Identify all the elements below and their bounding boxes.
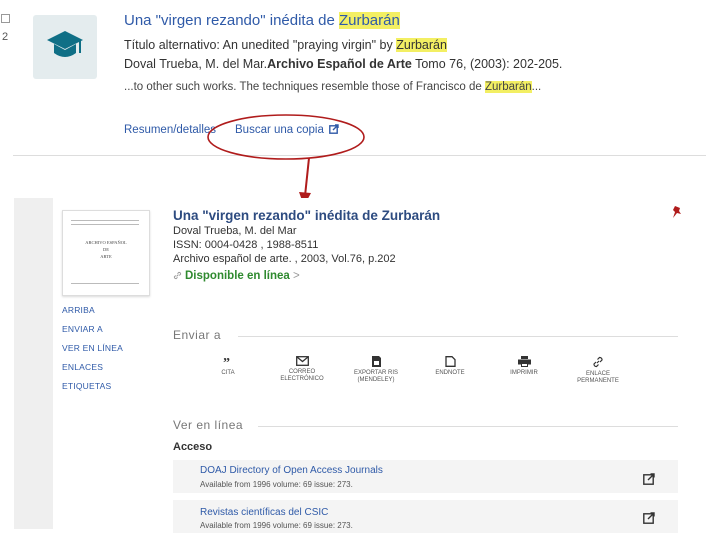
record-issn: ISSN: 0004-0428 , 1988-8511: [173, 239, 319, 251]
access-link-title[interactable]: Revistas científicas del CSIC: [200, 507, 328, 518]
section-divider: [258, 426, 678, 427]
svg-text:”: ”: [223, 356, 230, 367]
printer-icon: [517, 356, 531, 367]
view-online-heading: Ver en línea: [173, 418, 244, 432]
annotation-ellipse: [207, 114, 365, 160]
availability-link[interactable]: Disponible en línea >: [173, 270, 300, 282]
action-export-ris[interactable]: EXPORTAR RIS (MENDELEY): [344, 356, 408, 384]
nav-links[interactable]: ENLACES: [62, 362, 103, 372]
action-permalink[interactable]: ENLACE PERMANENTE: [566, 356, 630, 385]
document-icon: [444, 356, 456, 367]
record-source: Archivo español de arte. , 2003, Vol.76,…: [173, 253, 396, 265]
link-icon: [593, 356, 603, 368]
annotation-arrow-line: [304, 157, 310, 197]
quote-icon: ”: [223, 356, 230, 367]
section-divider: [238, 336, 678, 337]
annotation-overlay: [207, 114, 365, 206]
action-email[interactable]: CORREO ELECTRÓNICO: [270, 356, 334, 383]
access-link-coverage: Available from 1996 volume: 69 issue: 27…: [200, 480, 353, 489]
access-link-title[interactable]: DOAJ Directory of Open Access Journals: [200, 465, 383, 476]
book-cover-image: ARCHIVO ESPAÑOL DE ARTE: [62, 210, 150, 296]
nav-tags[interactable]: ETIQUETAS: [62, 381, 111, 391]
envelope-icon: [295, 356, 309, 366]
link-icon: [173, 271, 182, 280]
access-label: Acceso: [173, 441, 213, 453]
action-cite[interactable]: ” CITA: [196, 356, 260, 377]
external-link-icon[interactable]: [643, 512, 655, 524]
action-endnote[interactable]: ENDNOTE: [418, 356, 482, 377]
nav-view-online[interactable]: VER EN LÍNEA: [62, 343, 123, 353]
record-author: Doval Trueba, M. del Mar: [173, 225, 297, 237]
nav-top[interactable]: ARRIBA: [62, 305, 95, 315]
send-to-heading: Enviar a: [173, 328, 222, 342]
external-link-icon[interactable]: [643, 473, 655, 485]
nav-send-to[interactable]: ENVIAR A: [62, 324, 103, 334]
chevron-right-icon: >: [293, 270, 300, 282]
record-title: Una "virgen rezando" inédita de Zurbarán: [173, 208, 441, 223]
action-print[interactable]: IMPRIMIR: [492, 356, 556, 377]
pin-icon[interactable]: [671, 205, 683, 219]
export-icon: [371, 356, 381, 367]
